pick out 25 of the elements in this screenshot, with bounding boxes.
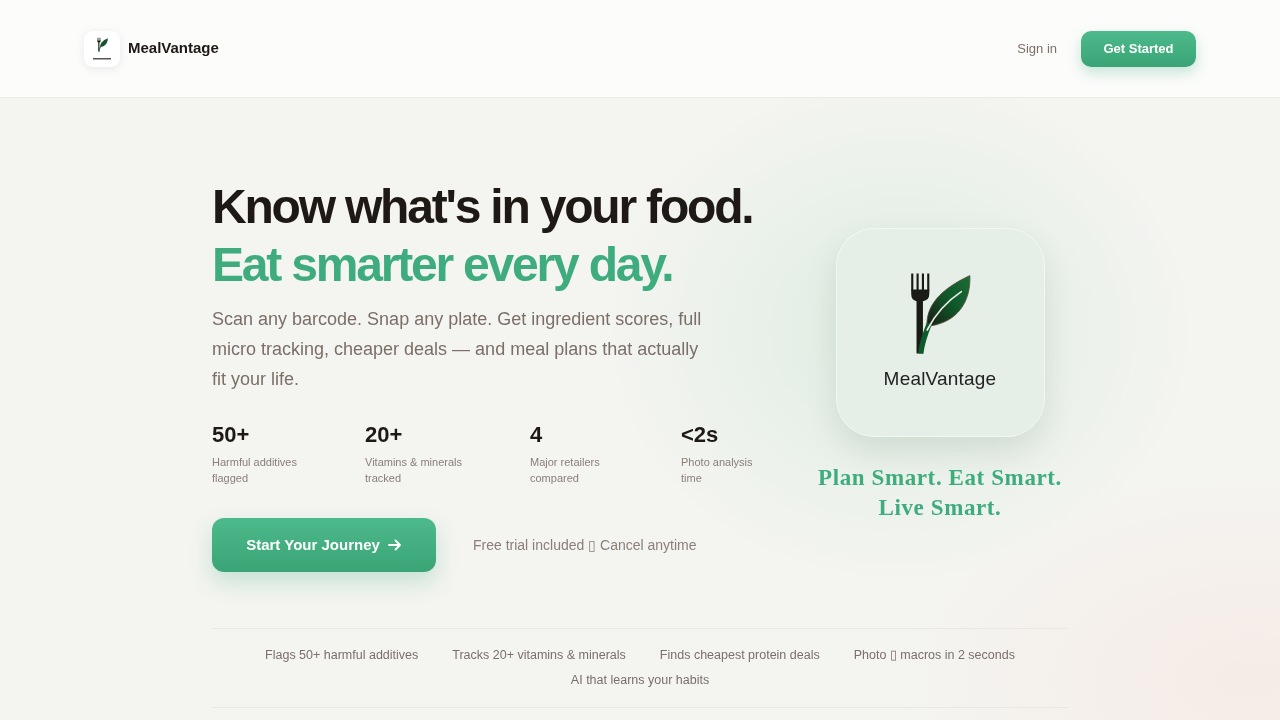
headline: Know what's in your food. — [212, 179, 754, 235]
hero-description: Scan any barcode. Snap any plate. Get ingredient scores, full micro tracking, cheaper deals — and meal plans that actually fit your life. — [212, 308, 703, 391]
feature-item: AI that learns your habits — [570, 672, 710, 689]
brand-name: MealVantage — [128, 38, 219, 59]
stat-label: Harmful additives flagged — [212, 455, 298, 486]
trial-note: Free trial included ▯ Cancel anytime — [473, 535, 697, 555]
logo-wordmark: MealVantage — [883, 366, 997, 391]
feature-item: Finds cheapest protein deals — [659, 647, 820, 664]
get-started-button[interactable]: Get Started — [1081, 30, 1196, 67]
stat-label: Major retailers compared — [530, 455, 601, 486]
tagline: Plan Smart. Eat Smart. Live Smart. — [817, 463, 1063, 522]
feature-item: Photo ▯ macros in 2 seconds — [853, 647, 1015, 664]
feature-item: Tracks 20+ vitamins & minerals — [452, 647, 626, 664]
stat-label: Photo analysis time — [681, 455, 754, 486]
stat-value: 20+ — [365, 422, 403, 448]
stat-value: 4 — [530, 422, 543, 448]
start-journey-button[interactable]: Start Your Journey — [212, 518, 436, 572]
stat-value: <2s — [681, 422, 719, 448]
sign-in-link[interactable]: Sign in — [1017, 38, 1057, 59]
fork-leaf-logo-icon — [908, 270, 972, 357]
feature-item: Flags 50+ harmful additives — [265, 647, 419, 664]
headline-accent: Eat smarter every day. — [212, 237, 674, 293]
stat-label: Vitamins & minerals tracked — [365, 455, 463, 486]
arrow-right-icon — [387, 538, 402, 552]
stat-value: 50+ — [212, 422, 250, 448]
